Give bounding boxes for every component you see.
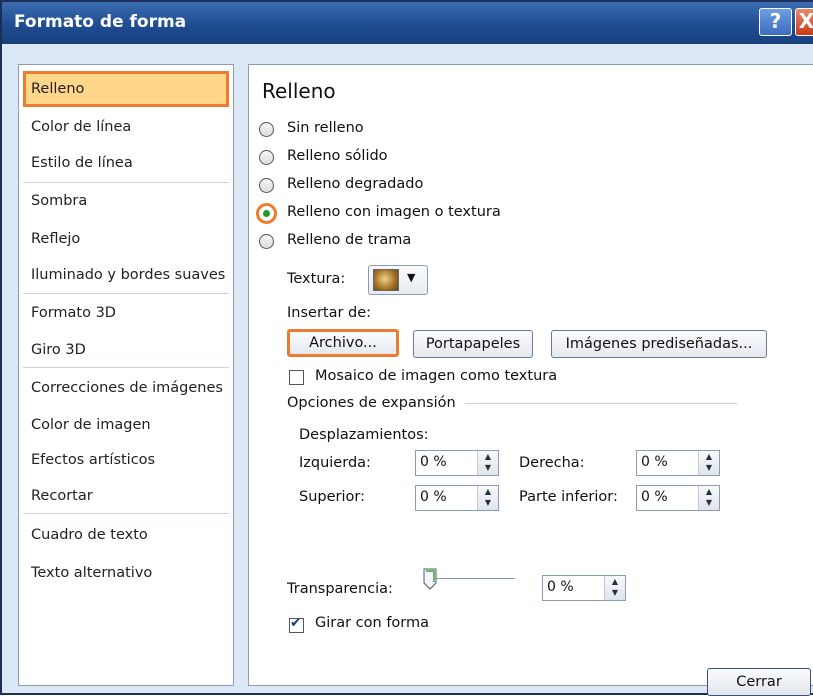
tile-checkbox-label: Mosaico de imagen como textura [315,368,558,384]
spinner-value: 0 % [420,454,447,470]
offset-right-spinner[interactable]: 0 % ▲ ▼ [636,450,720,476]
file-button[interactable]: Archivo... [287,329,399,357]
offset-bottom-spinner[interactable]: 0 % ▲ ▼ [636,485,720,511]
spinner-arrows-icon[interactable]: ▲ ▼ [698,451,719,475]
texture-dropdown[interactable]: ▼ [368,265,428,295]
spinner-arrows-icon[interactable]: ▲ ▼ [604,576,625,600]
nav-item-formato-3d[interactable]: Formato 3D [23,295,229,331]
offset-right-label: Derecha: [519,455,585,471]
close-button[interactable]: Cerrar [707,668,811,696]
transparency-label: Transparencia: [287,581,393,597]
transparency-slider-thumb[interactable] [423,568,437,590]
radio-label: Sin relleno [287,120,364,136]
radio-button[interactable] [259,122,274,137]
clipboard-button[interactable]: Portapapeles [413,330,533,358]
nav-item-color-de-imagen[interactable]: Color de imagen [23,407,229,443]
spinner-value: 0 % [547,579,574,595]
texture-label: Textura: [287,271,346,287]
nav-item-iluminado[interactable]: Iluminado y bordes suaves [23,257,229,293]
nav-item-estilo-de-linea[interactable]: Estilo de línea [23,145,229,181]
radio-button[interactable] [259,234,274,249]
offset-top-spinner[interactable]: 0 % ▲ ▼ [415,485,499,511]
chevron-down-icon: ▼ [407,271,416,284]
spinner-value: 0 % [641,489,668,505]
rotate-with-shape-checkbox[interactable] [289,615,304,633]
radio-label: Relleno de trama [287,232,412,248]
nav-item-color-de-linea[interactable]: Color de línea [23,109,229,145]
nav-divider [23,513,229,514]
nav-item-sombra[interactable]: Sombra [23,183,229,219]
nav-item-recortar[interactable]: Recortar [23,478,229,514]
texture-swatch-icon [373,269,399,291]
offset-top-label: Superior: [299,489,365,505]
spinner-arrows-icon[interactable]: ▲ ▼ [477,486,498,510]
radio-button-selected[interactable] [256,203,277,224]
group-divider [465,403,737,404]
nav-item-giro-3d[interactable]: Giro 3D [23,332,229,368]
radio-button[interactable] [259,150,274,165]
offset-left-spinner[interactable]: 0 % ▲ ▼ [415,450,499,476]
insert-from-label: Insertar de: [287,305,372,321]
transparency-slider-track[interactable] [433,578,515,579]
nav-item-efectos-artisticos[interactable]: Efectos artísticos [23,442,229,478]
help-button[interactable]: ? [759,8,792,36]
tile-checkbox[interactable] [289,370,304,385]
nav-item-cuadro-de-texto[interactable]: Cuadro de texto [23,517,229,553]
fill-settings-panel: Relleno Sin relleno Relleno sólido Relle… [248,64,813,686]
nav-divider [23,367,229,368]
nav-item-correcciones[interactable]: Correcciones de imágenes [23,370,229,406]
nav-divider [23,293,229,294]
spinner-value: 0 % [641,454,668,470]
close-window-button[interactable]: X [795,8,813,36]
radio-label: Relleno con imagen o textura [287,204,501,220]
stretch-options-label: Opciones de expansión [287,395,456,411]
panel-heading: Relleno [262,79,336,103]
spinner-arrows-icon[interactable]: ▲ ▼ [698,486,719,510]
nav-item-texto-alternativo[interactable]: Texto alternativo [23,555,229,591]
rotate-with-shape-label: Girar con forma [315,615,430,631]
category-list: Relleno Color de línea Estilo de línea S… [18,64,234,686]
window-title: Formato de forma [14,12,187,32]
nav-item-relleno[interactable]: Relleno [23,71,229,107]
radio-label: Relleno degradado [287,176,424,192]
spinner-arrows-icon[interactable]: ▲ ▼ [477,451,498,475]
offsets-label: Desplazamientos: [299,427,429,443]
title-bar[interactable]: Formato de forma ? X [2,2,813,44]
offset-left-label: Izquierda: [299,455,371,471]
clipart-button[interactable]: Imágenes prediseñadas... [551,330,767,358]
spinner-value: 0 % [420,489,447,505]
transparency-spinner[interactable]: 0 % ▲ ▼ [542,575,626,601]
format-shape-dialog: Formato de forma ? X Relleno Color de lí… [0,0,813,696]
nav-item-reflejo[interactable]: Reflejo [23,221,229,257]
radio-label: Relleno sólido [287,148,388,164]
offset-bottom-label: Parte inferior: [519,489,618,505]
radio-button[interactable] [259,178,274,193]
